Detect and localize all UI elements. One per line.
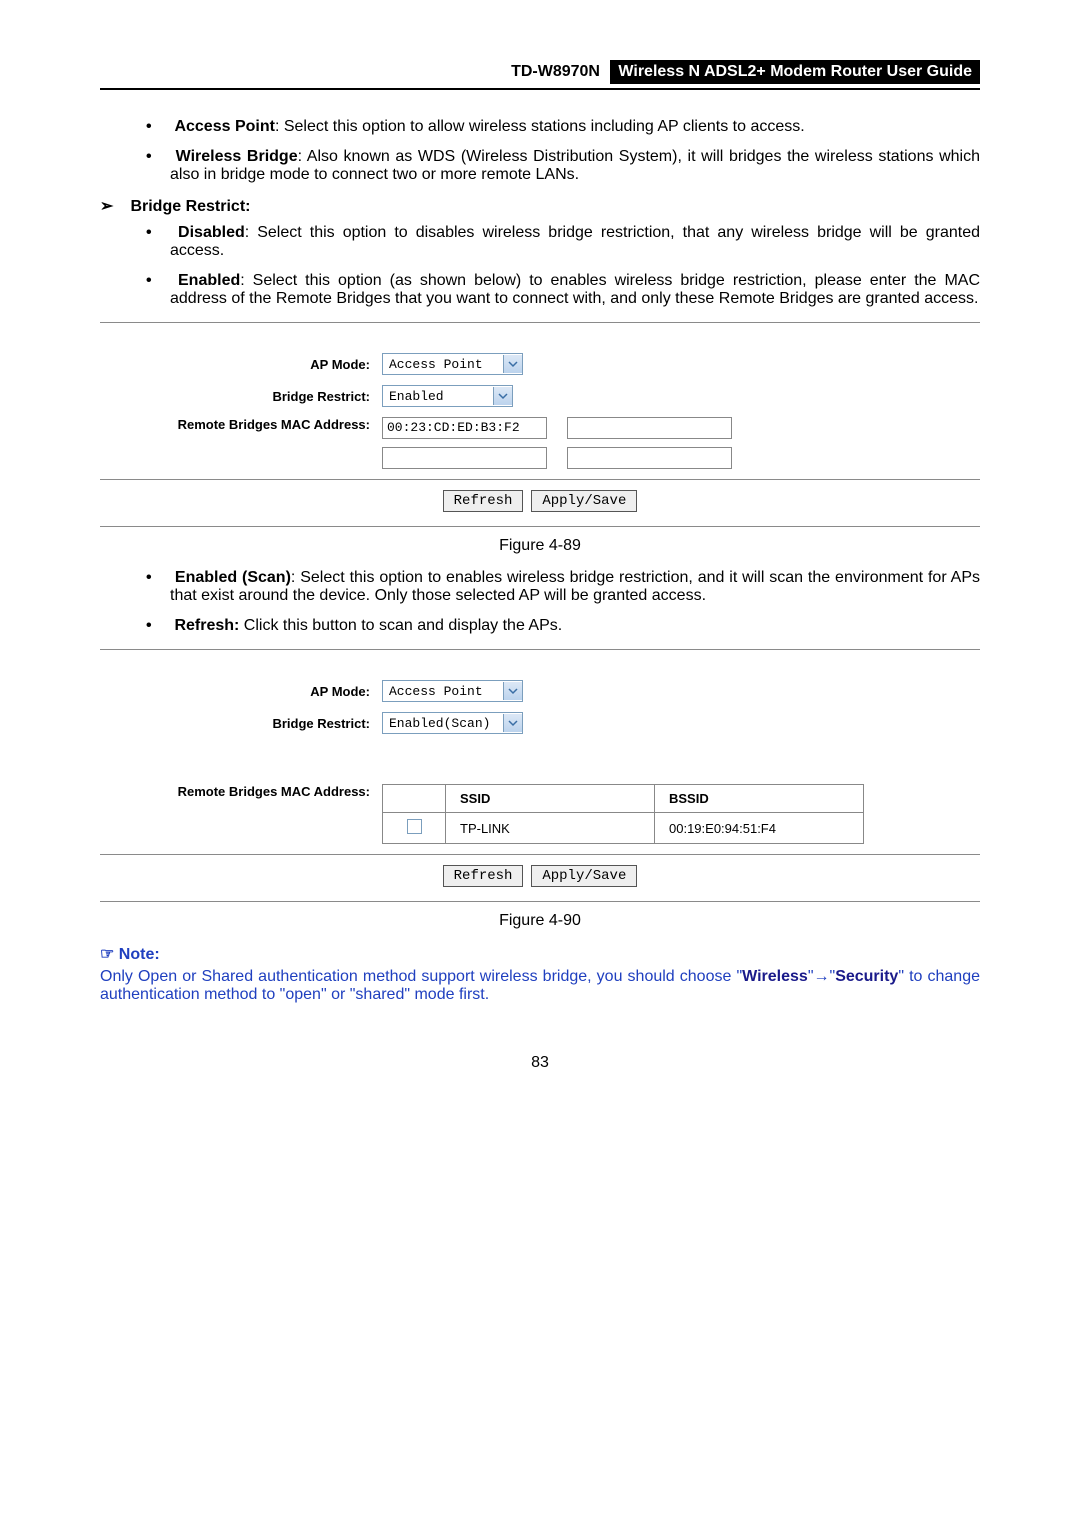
bullet-scan-label: Enabled (Scan) (175, 569, 291, 586)
bullet-scan-text: : Select this option to enables wireless… (170, 569, 980, 604)
figure-90-panel: AP Mode: Access Point Bridge Restrict: E… (100, 649, 980, 902)
bullet-enabled-scan: Enabled (Scan): Select this option to en… (170, 569, 980, 605)
refresh-button[interactable]: Refresh (443, 865, 524, 887)
fig2-br-label: Bridge Restrict: (110, 716, 382, 731)
fig1-mac-input-3[interactable] (382, 447, 547, 469)
fig1-apmode-label: AP Mode: (110, 357, 382, 372)
bullet-enabled: Enabled: Select this option (as shown be… (170, 272, 980, 308)
scan-row-checkbox[interactable] (407, 819, 422, 834)
doc-title: Wireless N ADSL2+ Modem Router User Guid… (610, 60, 980, 84)
bullet-dis-text: : Select this option to disables wireles… (170, 224, 980, 259)
fig2-apmode-label: AP Mode: (110, 684, 382, 699)
bullet-refresh-text: Click this button to scan and display th… (239, 617, 562, 634)
cell-bssid: 00:19:E0:94:51:F4 (655, 813, 864, 844)
cell-ssid: TP-LINK (446, 813, 655, 844)
fig2-apmode-value: Access Point (383, 684, 503, 699)
table-row: TP-LINK 00:19:E0:94:51:F4 (383, 813, 864, 844)
fig1-apmode-value: Access Point (383, 357, 503, 372)
bullet-ap-text: : Select this option to allow wireless s… (275, 118, 805, 135)
bullet-refresh: Refresh: Click this button to scan and d… (170, 617, 980, 635)
note-body: Only Open or Shared authentication metho… (100, 968, 980, 1004)
fig1-mac-input-1[interactable]: 00:23:CD:ED:B3:F2 (382, 417, 547, 439)
fig2-br-select[interactable]: Enabled(Scan) (382, 712, 523, 734)
note-heading: Note: (100, 944, 980, 964)
bullet-refresh-label: Refresh: (174, 617, 239, 634)
chevron-down-icon (503, 714, 522, 732)
bullet-en-text: : Select this option (as shown below) to… (170, 272, 980, 307)
bullet-wb-label: Wireless Bridge (176, 148, 298, 165)
bullet-wireless-bridge: Wireless Bridge: Also known as WDS (Wire… (170, 148, 980, 184)
fig1-br-select[interactable]: Enabled (382, 385, 513, 407)
chevron-down-icon (503, 355, 522, 373)
model-label: TD-W8970N (511, 63, 606, 81)
fig1-br-value: Enabled (383, 389, 493, 404)
fig2-scan-table: SSID BSSID TP-LINK 00:19:E0:94:51:F4 (382, 784, 864, 844)
th-ssid: SSID (446, 785, 655, 813)
bridge-restrict-heading: Bridge Restrict: (100, 196, 980, 216)
refresh-button[interactable]: Refresh (443, 490, 524, 512)
bullet-ap-label: Access Point (174, 118, 274, 135)
apply-save-button[interactable]: Apply/Save (531, 865, 637, 887)
fig2-apmode-select[interactable]: Access Point (382, 680, 523, 702)
page-header: TD-W8970N Wireless N ADSL2+ Modem Router… (100, 60, 980, 90)
page-number: 83 (100, 1054, 980, 1072)
bullet-access-point: Access Point: Select this option to allo… (170, 118, 980, 136)
fig1-mac-label: Remote Bridges MAC Address: (110, 417, 382, 432)
bullet-en-label: Enabled (178, 272, 240, 289)
fig2-mac-label: Remote Bridges MAC Address: (110, 784, 382, 799)
th-bssid: BSSID (655, 785, 864, 813)
fig1-mac-input-4[interactable] (567, 447, 732, 469)
fig1-br-label: Bridge Restrict: (110, 389, 382, 404)
apply-save-button[interactable]: Apply/Save (531, 490, 637, 512)
fig2-br-value: Enabled(Scan) (383, 716, 503, 731)
figure-89-caption: Figure 4-89 (100, 537, 980, 555)
chevron-down-icon (493, 387, 512, 405)
bullet-dis-label: Disabled (178, 224, 245, 241)
fig1-apmode-select[interactable]: Access Point (382, 353, 523, 375)
figure-90-caption: Figure 4-90 (100, 912, 980, 930)
bullet-disabled: Disabled: Select this option to disables… (170, 224, 980, 260)
fig1-mac-input-2[interactable] (567, 417, 732, 439)
figure-89-panel: AP Mode: Access Point Bridge Restrict: E… (100, 322, 980, 527)
chevron-down-icon (503, 682, 522, 700)
